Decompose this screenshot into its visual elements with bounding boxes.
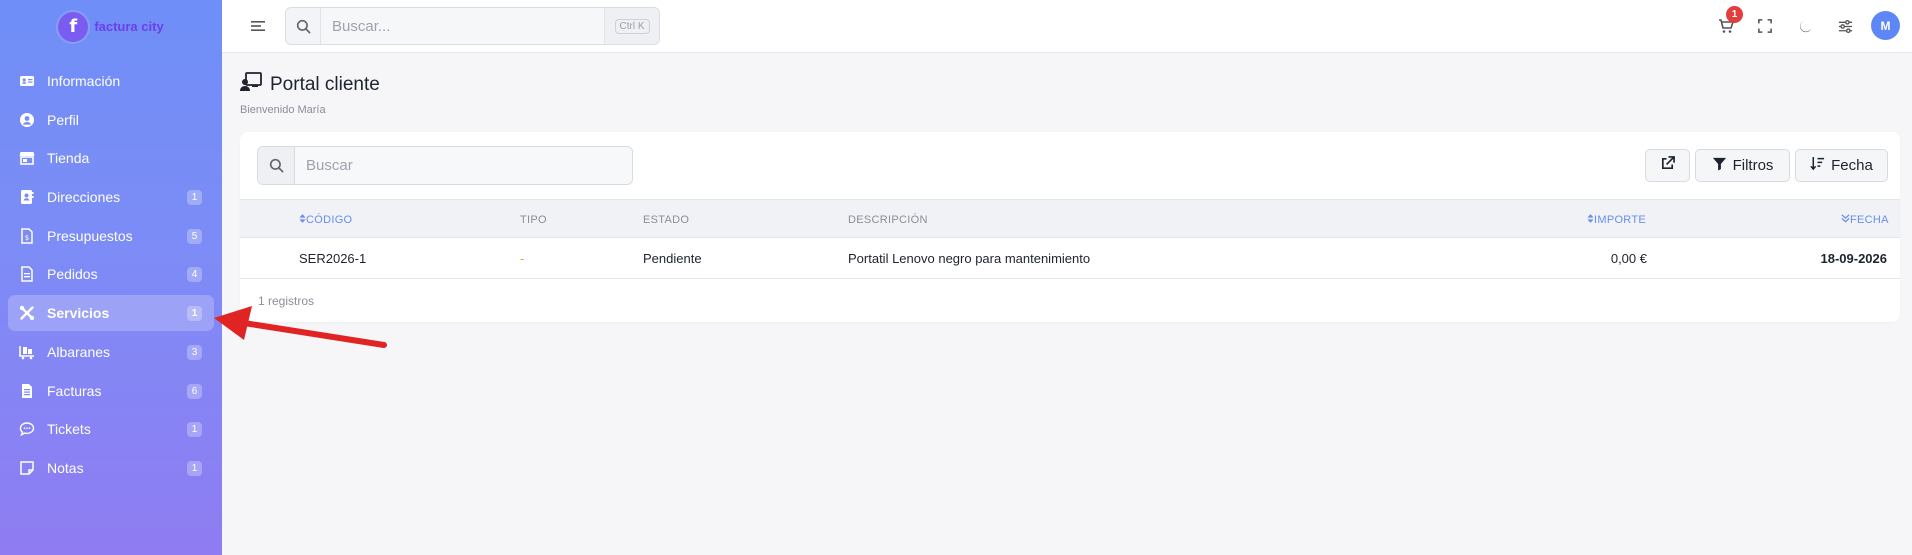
column-header-type: TIPO [520, 214, 547, 226]
sidebar-item-presupuestos[interactable]: $ Presupuestos 5 [8, 218, 214, 254]
sidebar-item-servicios[interactable]: Servicios 1 [8, 295, 214, 332]
sort-icon [299, 214, 306, 223]
sidebar-item-label: Notas [47, 459, 84, 476]
global-search-input[interactable] [321, 8, 604, 44]
count-badge: 1 [187, 190, 202, 206]
sidebar-item-albaranes[interactable]: Albaranes 3 [8, 334, 214, 370]
sidebar-item-label: Perfil [47, 111, 79, 128]
table-header: CÓDIGO TIPO ESTADO DESCRIPCIÓN IMPORTE F… [240, 199, 1900, 238]
column-header-code[interactable]: CÓDIGO [299, 214, 352, 226]
sticky-note-icon [19, 460, 35, 476]
address-book-icon [19, 189, 35, 205]
sidebar-item-tienda[interactable]: Tienda [8, 140, 214, 176]
column-header-description: DESCRIPCIÓN [848, 214, 928, 226]
sidebar-item-pedidos[interactable]: Pedidos 4 [8, 256, 214, 292]
store-icon [19, 150, 35, 166]
page-title: Portal cliente [240, 72, 380, 98]
sort-date-button[interactable]: Fecha [1795, 149, 1888, 182]
menu-icon[interactable] [250, 18, 266, 34]
dolly-icon [19, 344, 35, 360]
page-subtitle: Bienvenido María [240, 104, 326, 116]
services-card: Filtros Fecha CÓDIGO TIPO ESTADO DESCRIP… [240, 132, 1900, 322]
brand[interactable]: f factura city [0, 0, 222, 53]
sidebar-item-notas[interactable]: Notas 1 [8, 450, 214, 486]
sidebar-item-informacion[interactable]: Información [8, 63, 214, 99]
sidebar-item-perfil[interactable]: Perfil [8, 102, 214, 138]
table-search-input[interactable] [295, 147, 632, 184]
sort-icon [1587, 214, 1594, 223]
column-header-amount[interactable]: IMPORTE [1587, 214, 1646, 226]
sidebar-item-label: Tienda [47, 150, 90, 167]
settings-sliders-icon[interactable] [1836, 17, 1854, 35]
filter-icon [1712, 156, 1727, 175]
brand-logo: f [58, 11, 89, 42]
user-avatar[interactable]: M [1871, 11, 1900, 40]
open-external-button[interactable] [1645, 149, 1690, 182]
topbar: Ctrl K 1 M [222, 0, 1912, 53]
sort-desc-icon [1841, 214, 1850, 223]
cell-date: 18-09-2026 [1820, 251, 1888, 266]
cell-amount: 0,00 € [1610, 251, 1647, 266]
filters-button[interactable]: Filtros [1695, 149, 1790, 182]
sidebar-item-facturas[interactable]: Facturas 6 [8, 373, 214, 409]
chalkboard-user-icon [240, 72, 262, 98]
sidebar-item-label: Información [47, 73, 121, 89]
count-badge: 5 [187, 228, 202, 244]
sidebar-item-label: Albaranes [47, 343, 111, 360]
sidebar-item-label: Direcciones [47, 189, 121, 206]
sidebar-item-label: Pedidos [47, 266, 98, 283]
column-header-status: ESTADO [643, 214, 690, 226]
cart-count-badge: 1 [1726, 6, 1743, 23]
global-search: Ctrl K [285, 7, 660, 45]
search-icon [258, 147, 295, 184]
sidebar-nav: Información Perfil Tienda Direcciones 1 … [0, 63, 222, 486]
cell-status: Pendiente [643, 251, 702, 266]
sidebar-item-label: Servicios [47, 305, 110, 322]
page-header: Portal cliente Bienvenido María [240, 72, 380, 116]
search-icon [286, 8, 321, 44]
svg-text:$: $ [25, 234, 29, 242]
count-badge: 3 [187, 344, 202, 360]
count-badge: 1 [187, 460, 202, 476]
fullscreen-icon[interactable] [1756, 17, 1774, 35]
count-badge: 6 [187, 383, 202, 399]
sidebar-item-direcciones[interactable]: Direcciones 1 [8, 179, 214, 215]
count-badge: 4 [187, 267, 202, 283]
moon-icon[interactable] [1796, 17, 1814, 35]
count-badge: 1 [187, 422, 202, 438]
sort-date-button-label: Fecha [1831, 157, 1873, 174]
sidebar-item-label: Presupuestos [47, 227, 133, 244]
sort-amount-down-icon [1810, 156, 1825, 175]
column-header-date[interactable]: FECHA [1841, 214, 1889, 226]
count-badge: 1 [187, 306, 202, 322]
chat-icon [19, 421, 35, 437]
file-invoice-icon: $ [19, 228, 35, 244]
tools-icon [19, 305, 35, 321]
brand-name: factura city [94, 19, 164, 34]
table-row[interactable]: SER2026-1 - Pendiente Portatil Lenovo ne… [240, 238, 1900, 279]
file-icon [19, 266, 35, 283]
cell-code: SER2026-1 [299, 251, 367, 266]
sidebar-item-label: Tickets [47, 421, 91, 438]
sidebar-item-label: Facturas [47, 382, 102, 399]
user-circle-icon [19, 112, 35, 128]
cell-description: Portatil Lenovo negro para mantenimiento [848, 251, 1091, 266]
external-link-icon [1660, 156, 1675, 175]
table-search [257, 146, 633, 185]
sidebar: f factura city Información Perfil Tienda… [0, 0, 222, 555]
annotation-arrow [214, 306, 387, 348]
id-card-icon [19, 73, 35, 89]
cell-type: - [520, 251, 525, 266]
sidebar-item-tickets[interactable]: Tickets 1 [8, 411, 214, 447]
page-title-text: Portal cliente [270, 74, 380, 95]
file-lines-icon [19, 383, 35, 399]
filters-button-label: Filtros [1732, 157, 1774, 174]
search-shortcut: Ctrl K [604, 8, 659, 44]
